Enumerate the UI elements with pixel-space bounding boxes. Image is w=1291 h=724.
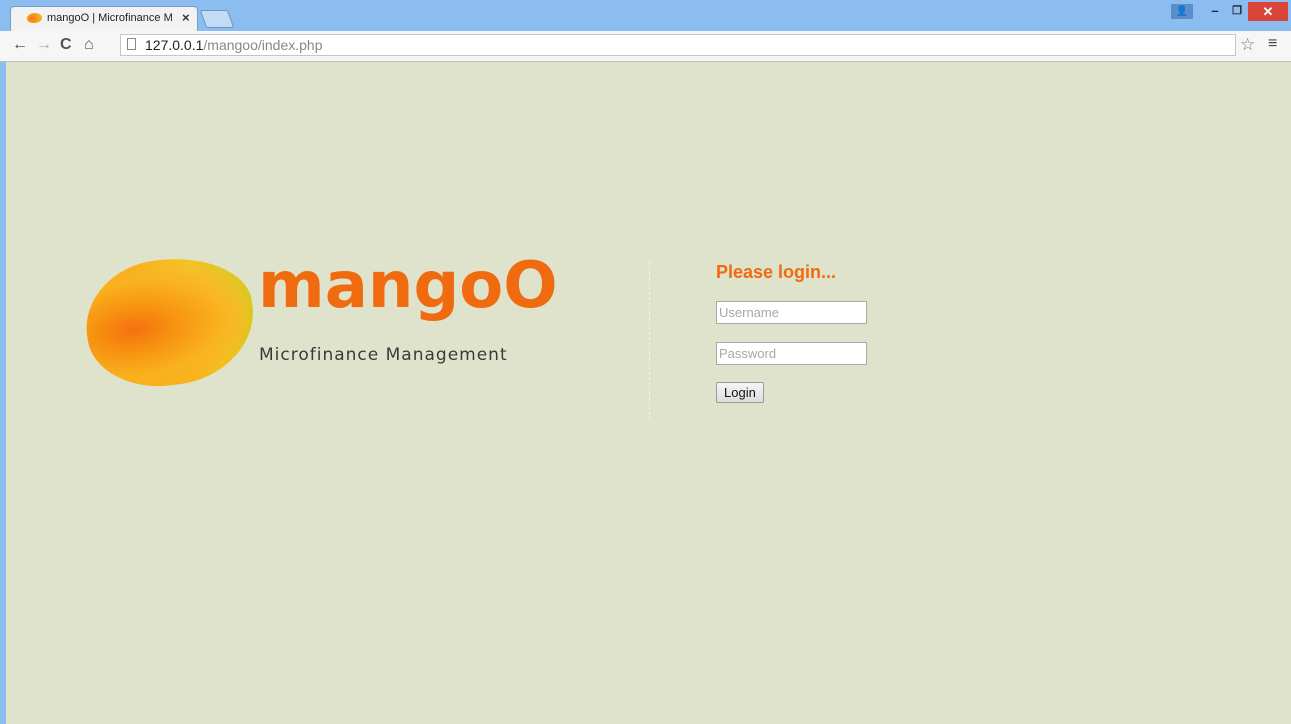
login-heading: Please login... <box>716 262 837 282</box>
new-tab-button[interactable] <box>199 10 235 28</box>
minimize-icon[interactable]: – <box>1204 2 1226 20</box>
bookmark-star-icon[interactable]: ☆ <box>1240 35 1255 55</box>
close-window-icon[interactable]: ✕ <box>1248 2 1288 21</box>
browser-menu-icon[interactable]: ≡ <box>1268 35 1277 53</box>
username-input[interactable] <box>716 301 867 324</box>
password-input[interactable] <box>716 342 867 365</box>
forward-arrow-icon[interactable]: → <box>36 36 52 54</box>
url-text: 127.0.0.1/mangoo/index.php <box>145 37 322 53</box>
logo-subtitle: Microfinance Management <box>259 345 508 365</box>
tab-close-icon[interactable]: × <box>182 10 190 25</box>
url-host: 127.0.0.1 <box>145 37 204 53</box>
mango-favicon-icon <box>27 13 42 23</box>
address-bar[interactable]: 127.0.0.1/mangoo/index.php <box>120 34 1236 56</box>
vertical-divider <box>649 262 650 420</box>
browser-toolbar: ← → C ⌂ 127.0.0.1/mangoo/index.php ☆ ≡ <box>0 31 1291 62</box>
browser-tab-active[interactable]: mangoO | Microfinance M × <box>10 6 198 31</box>
tab-title: mangoO | Microfinance M <box>47 12 173 24</box>
logo-wordmark: mangoO <box>258 249 558 323</box>
mango-logo-icon <box>78 247 262 397</box>
back-arrow-icon[interactable]: ← <box>12 36 28 54</box>
home-icon[interactable]: ⌂ <box>84 36 94 54</box>
maximize-icon[interactable]: ❐ <box>1226 2 1248 20</box>
page-icon <box>127 38 136 50</box>
page-viewport: mangoO Microfinance Management Please lo… <box>6 62 1291 724</box>
user-profile-icon[interactable]: 👤 <box>1171 4 1193 19</box>
browser-titlebar: mangoO | Microfinance M × 👤 – ❐ ✕ <box>0 0 1291 31</box>
url-path: /mangoo/index.php <box>203 37 323 53</box>
reload-icon[interactable]: C <box>60 36 72 54</box>
login-button[interactable]: Login <box>716 382 764 403</box>
